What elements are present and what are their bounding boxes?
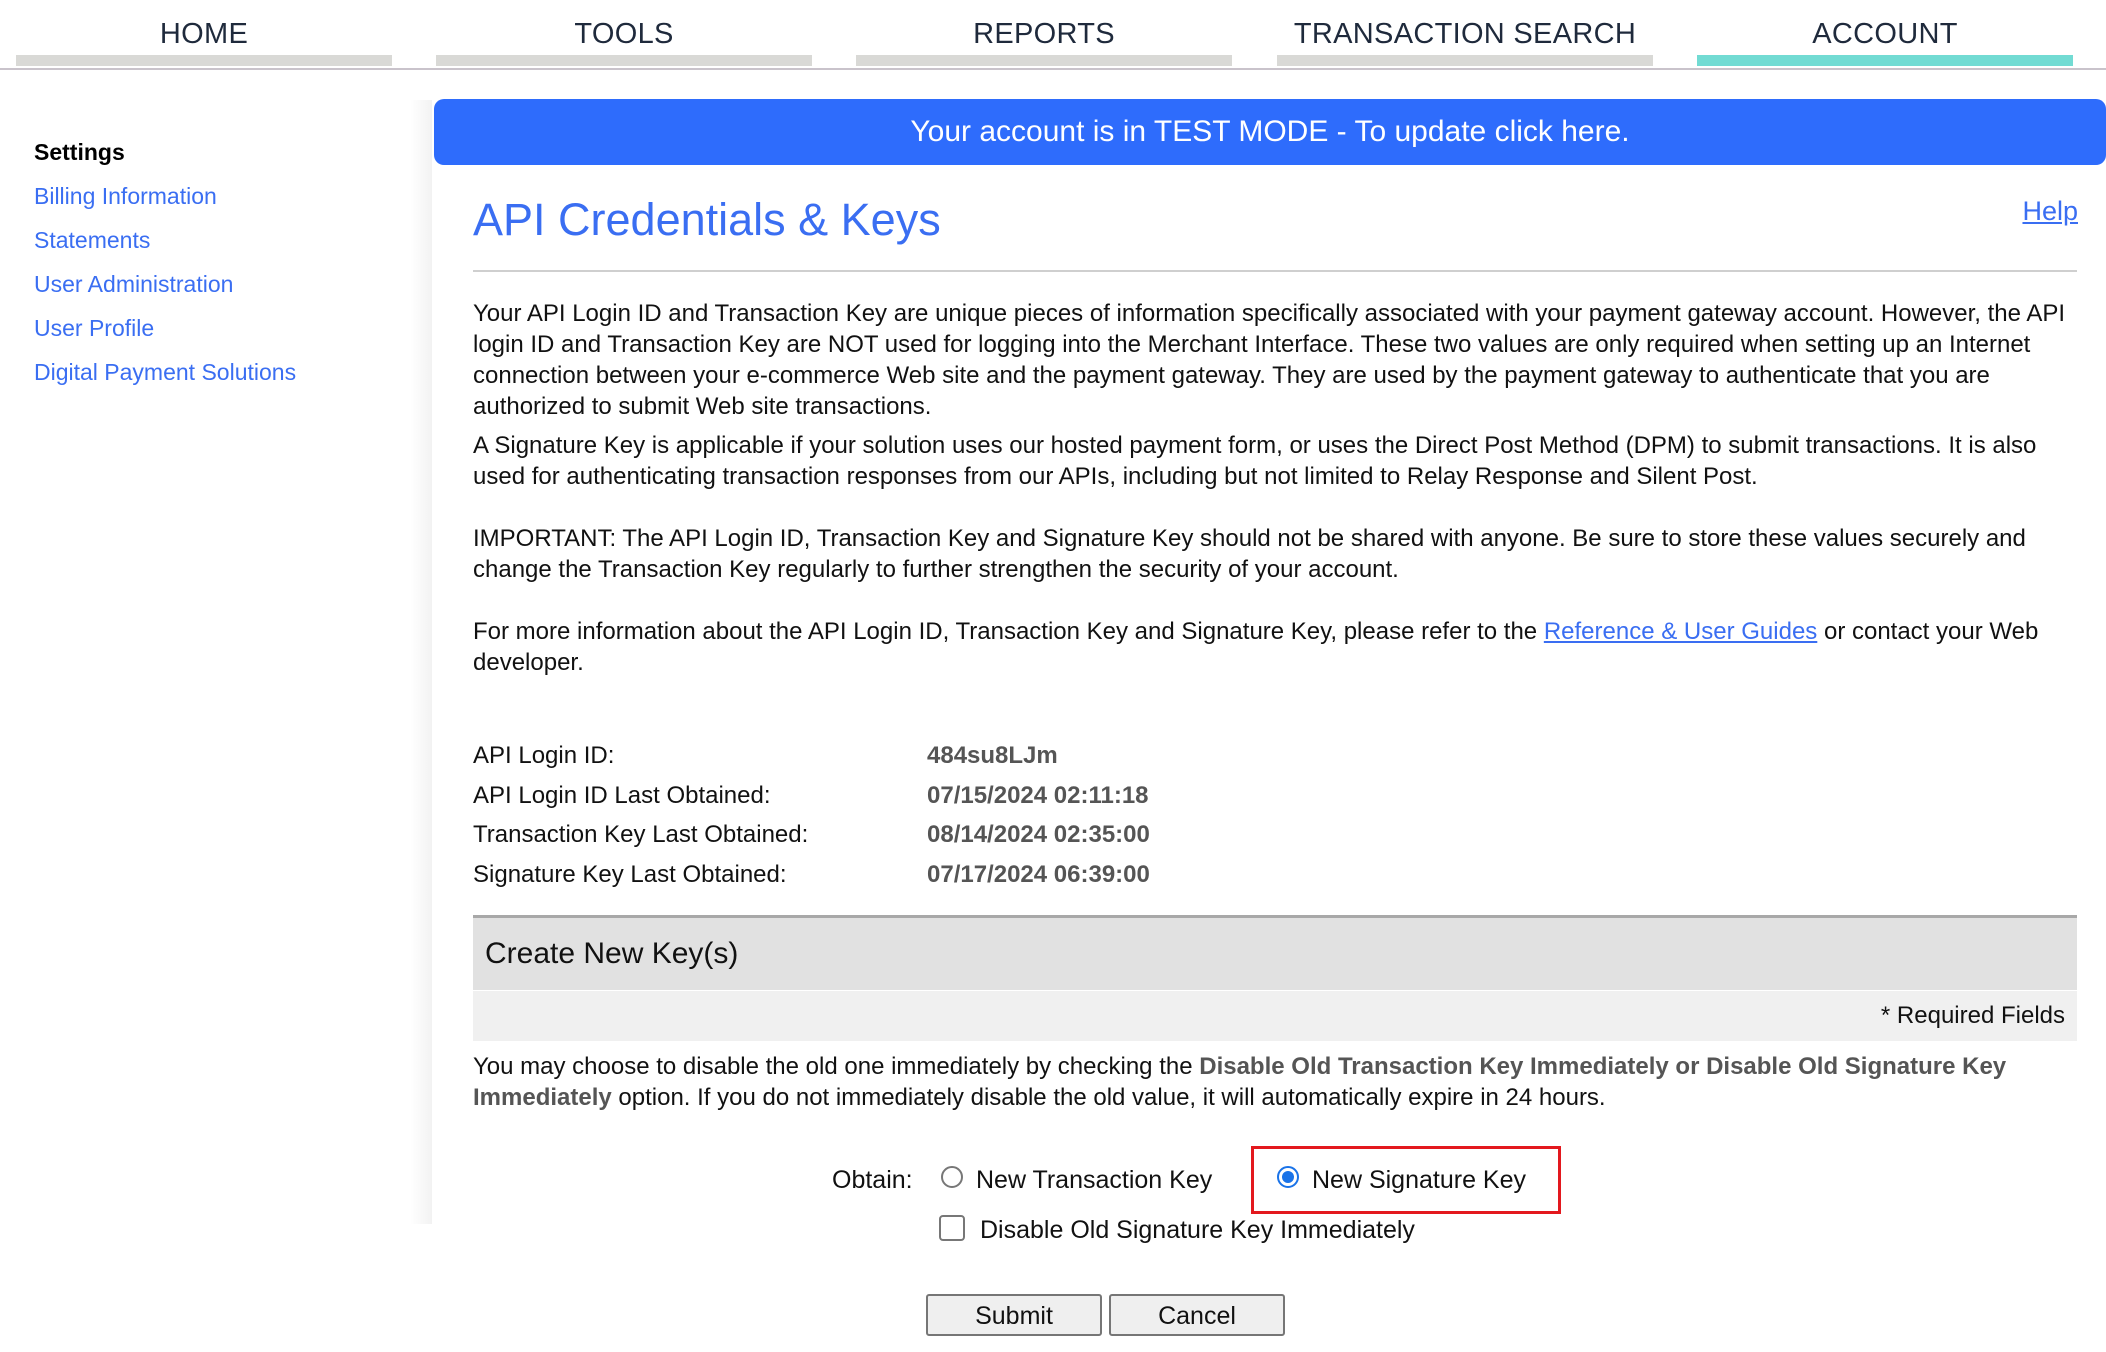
new-signature-key-label[interactable]: New Signature Key [1312, 1166, 1526, 1195]
tab-transaction-search[interactable]: TRANSACTION SEARCH [1277, 0, 1653, 66]
reference-user-guides-link[interactable]: Reference & User Guides [1544, 618, 1817, 645]
tab-reports[interactable]: REPORTS [856, 0, 1232, 66]
create-keys-header: Create New Key(s) [473, 915, 2077, 990]
api-login-id-value: 484su8LJm [927, 742, 1058, 769]
sidebar-item-digital-payment-solutions[interactable]: Digital Payment Solutions [34, 356, 404, 400]
info-label: Transaction Key Last Obtained: [473, 821, 809, 848]
disable-old-signature-key-label[interactable]: Disable Old Signature Key Immediately [980, 1216, 1415, 1245]
cancel-button[interactable]: Cancel [1109, 1294, 1285, 1336]
test-mode-banner[interactable]: Your account is in TEST MODE - To update… [434, 99, 2106, 165]
new-signature-key-radio[interactable] [1277, 1166, 1299, 1188]
sidebar-item-billing-information[interactable]: Billing Information [34, 180, 404, 224]
sidebar-item-user-profile[interactable]: User Profile [34, 312, 404, 356]
tab-indicator [856, 55, 1232, 66]
new-transaction-key-label[interactable]: New Transaction Key [976, 1166, 1212, 1195]
sidebar-item-statements[interactable]: Statements [34, 224, 404, 268]
top-nav: HOME TOOLS REPORTS TRANSACTION SEARCH AC… [0, 0, 2106, 70]
tab-home-label: HOME [159, 18, 249, 50]
note-text: option. If you do not immediately disabl… [611, 1084, 1606, 1111]
info-row: API Login ID: 484su8LJm [473, 736, 1150, 776]
disable-old-signature-key-checkbox[interactable] [939, 1215, 965, 1241]
sidebar-item-user-administration[interactable]: User Administration [34, 268, 404, 312]
tab-transaction-search-label: TRANSACTION SEARCH [1293, 18, 1637, 50]
info-label: Signature Key Last Obtained: [473, 860, 787, 888]
reference-text: For more information about the API Login… [473, 618, 1544, 645]
login-id-last-obtained-value: 07/15/2024 02:11:18 [927, 781, 1149, 809]
sidebar: Settings Billing Information Statements … [34, 136, 404, 400]
note-text: You may choose to disable the old one im… [473, 1053, 1200, 1080]
obtain-label: Obtain: [832, 1166, 913, 1194]
transaction-key-last-obtained-value: 08/14/2024 02:35:00 [927, 821, 1150, 848]
info-label: API Login ID: [473, 742, 615, 769]
tab-home[interactable]: HOME [16, 0, 392, 66]
tab-account-label: ACCOUNT [1812, 18, 1958, 50]
tab-indicator [436, 55, 812, 66]
new-transaction-key-radio[interactable] [941, 1166, 963, 1188]
info-row: Signature Key Last Obtained: 07/17/2024 … [473, 855, 1150, 895]
tab-reports-label: REPORTS [973, 18, 1115, 50]
page-title: API Credentials & Keys [473, 194, 941, 245]
description: Your API Login ID and Transaction Key ar… [473, 298, 2083, 678]
info-row: Transaction Key Last Obtained: 08/14/202… [473, 815, 1150, 855]
description-paragraph: A Signature Key is applicable if your so… [473, 432, 2037, 490]
credentials-info: API Login ID: 484su8LJm API Login ID Las… [473, 736, 1150, 894]
tab-tools[interactable]: TOOLS [436, 0, 812, 66]
tab-indicator [16, 55, 392, 66]
description-paragraph: Your API Login ID and Transaction Key ar… [473, 300, 2066, 420]
panel-shadow [410, 100, 432, 1224]
title-divider [473, 270, 2077, 272]
create-keys-heading: Create New Key(s) [485, 937, 739, 970]
required-fields-note: * Required Fields [1880, 1002, 2065, 1029]
info-label: API Login ID Last Obtained: [473, 781, 771, 809]
info-row: API Login ID Last Obtained: 07/15/2024 0… [473, 776, 1150, 816]
tab-tools-label: TOOLS [574, 18, 674, 50]
required-fields-bar: * Required Fields [473, 991, 2077, 1041]
reference-paragraph: For more information about the API Login… [473, 616, 2083, 678]
sidebar-heading: Settings [34, 139, 125, 165]
tab-indicator [1277, 55, 1653, 66]
help-link[interactable]: Help [2022, 196, 2078, 227]
tab-account[interactable]: ACCOUNT [1697, 0, 2073, 66]
submit-button[interactable]: Submit [926, 1294, 1102, 1336]
disable-note: You may choose to disable the old one im… [473, 1051, 2083, 1113]
important-paragraph: IMPORTANT: The API Login ID, Transaction… [473, 525, 2026, 583]
tab-indicator-active [1697, 55, 2073, 66]
signature-key-last-obtained-value: 07/17/2024 06:39:00 [927, 860, 1150, 888]
